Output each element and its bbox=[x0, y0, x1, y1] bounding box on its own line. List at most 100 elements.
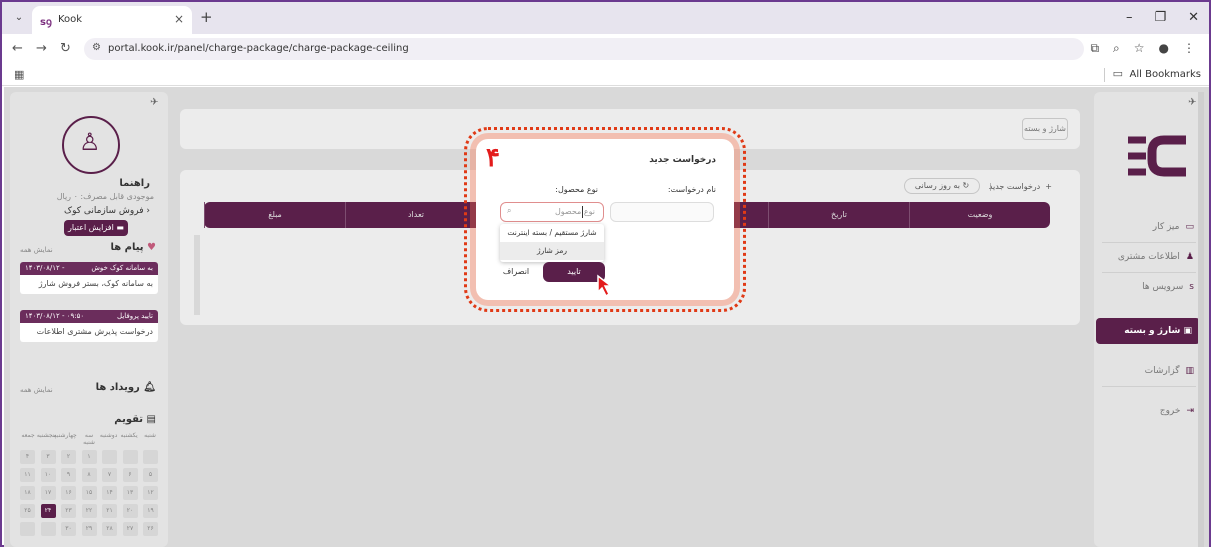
events-see-all[interactable]: نمایش همه bbox=[20, 386, 53, 394]
calendar-day[interactable]: ۱۲ bbox=[143, 486, 158, 500]
calendar-day[interactable]: ۲۰ bbox=[122, 504, 138, 518]
avatar[interactable]: ♙ bbox=[62, 116, 120, 174]
nav-charge-package[interactable]: ▣ شارژ و بسته bbox=[1096, 318, 1200, 344]
calendar-day[interactable]: ۲۴ bbox=[40, 504, 56, 518]
zoom-icon[interactable]: ⌕ bbox=[1113, 41, 1120, 56]
calendar-day[interactable]: ۱۷ bbox=[40, 486, 56, 500]
bell-icon: 🔔︎ bbox=[143, 382, 156, 393]
address-bar: ← → ↻ ⚙ portal.kook.ir/panel/charge-pack… bbox=[2, 34, 1209, 64]
tab-search-icon[interactable]: ⌄ bbox=[10, 9, 28, 27]
message-date: ۱۴۰۳/۰۸/۱۲ - ۰۹:۵۰ bbox=[25, 312, 85, 320]
calendar-weekday: جمعه bbox=[21, 432, 35, 439]
browser-tab[interactable]: ꜱꝯ Kook × bbox=[32, 6, 192, 34]
nav-logout[interactable]: ⇥ خروج bbox=[1160, 406, 1194, 416]
new-request-button[interactable]: + درخواست جدید bbox=[989, 182, 1052, 191]
calendar-day[interactable]: ۱۵ bbox=[81, 486, 97, 500]
calendar-day[interactable]: ۲۲ bbox=[81, 504, 97, 518]
tab-close-icon[interactable]: × bbox=[174, 12, 184, 26]
message-title: تایید پروفایل bbox=[117, 312, 153, 320]
product-type-dropdown: شارژ مستقیم / بسته اینترنت رمز شارژ bbox=[500, 224, 604, 262]
menu-icon[interactable]: ⋮ bbox=[1183, 41, 1195, 56]
calendar-day bbox=[40, 522, 56, 536]
minimize-icon[interactable]: – bbox=[1126, 10, 1133, 25]
pin-icon[interactable]: ✈ bbox=[150, 97, 158, 108]
calendar-week: ۱۱ ۱۰ ۹ ۸ ۷ ۶ ۵ bbox=[20, 468, 158, 482]
calendar-day[interactable]: ۳۰ bbox=[61, 522, 76, 536]
calendar-day[interactable]: ۴ bbox=[20, 450, 35, 464]
forward-icon[interactable]: → bbox=[36, 41, 47, 56]
calendar-day[interactable]: ۶ bbox=[122, 468, 138, 482]
table-column-header: مبلغ bbox=[204, 202, 345, 228]
shop-link[interactable]: ‹ فروش سازمانی کوک bbox=[64, 206, 150, 216]
option-direct-charge[interactable]: شارژ مستقیم / بسته اینترنت bbox=[500, 224, 604, 242]
product-type-select[interactable]: ⌕ نوع محصول bbox=[500, 202, 604, 222]
tab-bar: ⌄ ꜱꝯ Kook × + – ❐ ✕ bbox=[2, 2, 1209, 34]
url-input[interactable]: ⚙ portal.kook.ir/panel/charge-package/ch… bbox=[84, 38, 1084, 60]
message-card[interactable]: ۱۴۰۳/۰۸/۱۲ - ۰۹:۵۴ به سامانه کوک خوش آمد… bbox=[20, 262, 158, 294]
calendar-weekday: پنجشنبه bbox=[36, 432, 57, 439]
chart-icon: ▥ bbox=[1185, 366, 1194, 376]
nav-services[interactable]: ꜱ سرویس ها bbox=[1142, 282, 1194, 292]
calendar-day[interactable]: ۲۵ bbox=[20, 504, 35, 518]
calendar-day[interactable]: ۱۹ bbox=[143, 504, 158, 518]
message-body: درخواست پذیرش مشتری اطلاعات پروفایل شما.… bbox=[36, 327, 153, 336]
site-info-icon[interactable]: ⚙ bbox=[92, 42, 101, 53]
option-charge-pin[interactable]: رمز شارژ bbox=[500, 242, 604, 260]
calendar-day[interactable]: ۲ bbox=[61, 450, 76, 464]
calendar-week: ۱۸ ۱۷ ۱۶ ۱۵ ۱۴ ۱۳ ۱۲ bbox=[20, 486, 158, 500]
new-tab-icon[interactable]: + bbox=[200, 10, 213, 25]
restore-icon[interactable]: ❐ bbox=[1154, 10, 1166, 25]
calendar-day[interactable]: ۲۱ bbox=[102, 504, 117, 518]
apps-grid-icon[interactable]: ▦ bbox=[14, 68, 24, 81]
nav-customer-info[interactable]: ♟ اطلاعات مشتری bbox=[1118, 252, 1194, 262]
pin-icon[interactable]: ✈ bbox=[1188, 97, 1196, 108]
cancel-button[interactable]: انصراف bbox=[496, 262, 536, 282]
calendar-day[interactable]: ۷ bbox=[102, 468, 117, 482]
calendar-day[interactable]: ۲۹ bbox=[81, 522, 97, 536]
message-body: به سامانه کوک، بستر فروش شارژ تلفن همراه… bbox=[38, 279, 153, 288]
update-button[interactable]: ↻ به روز رسانی bbox=[904, 178, 980, 194]
nav-dashboard[interactable]: ▭ میز کار bbox=[1153, 222, 1194, 232]
calendar-day[interactable]: ۲۶ bbox=[143, 522, 158, 536]
calendar-day[interactable]: ۱۶ bbox=[61, 486, 76, 500]
calendar-day[interactable]: ۱۴ bbox=[102, 486, 117, 500]
calendar-day[interactable]: ۱۸ bbox=[20, 486, 35, 500]
calendar-day[interactable]: ۲۷ bbox=[122, 522, 138, 536]
calendar-day[interactable]: ۱۰ bbox=[40, 468, 56, 482]
bookmark-star-icon[interactable]: ☆ bbox=[1134, 41, 1145, 56]
user-name: راهنما bbox=[119, 178, 150, 189]
calendar-day[interactable]: ۲۳ bbox=[61, 504, 76, 518]
cast-icon[interactable]: ⧉ bbox=[1090, 41, 1099, 56]
calendar-day[interactable]: ۱۱ bbox=[20, 468, 35, 482]
search-icon: ⌕ bbox=[507, 206, 512, 215]
request-name-input[interactable] bbox=[610, 202, 714, 222]
close-window-icon[interactable]: ✕ bbox=[1188, 10, 1199, 25]
nav-divider bbox=[1102, 386, 1196, 387]
right-sidebar: ✈ ▭ میز کار ♟ اطلاعات مشتری ꜱ سرویس ها ▣ شا… bbox=[1094, 92, 1204, 547]
calendar-day[interactable]: ۵ bbox=[143, 468, 158, 482]
table-scrollbar[interactable] bbox=[194, 235, 200, 315]
text-caret bbox=[582, 206, 583, 218]
message-card[interactable]: ۱۴۰۳/۰۸/۱۲ - ۰۹:۵۰ تایید پروفایل درخواست… bbox=[20, 310, 158, 342]
increase-credit-button[interactable]: ▬ افزایش اعتبار bbox=[64, 220, 128, 236]
balance-text: موجودی قابل مصرف: ۰ ریال bbox=[56, 192, 154, 201]
profile-icon[interactable]: ● bbox=[1159, 41, 1169, 56]
breadcrumb[interactable]: شارژ و بسته bbox=[1022, 118, 1068, 140]
calendar-day[interactable]: ۸ bbox=[81, 468, 97, 482]
browser-window: ⌄ ꜱꝯ Kook × + – ❐ ✕ ← → ↻ ⚙ portal.kook.… bbox=[0, 0, 1211, 547]
calendar-day[interactable]: ۳ bbox=[40, 450, 56, 464]
messages-see-all[interactable]: نمایش همه bbox=[20, 246, 53, 254]
product-type-placeholder: نوع محصول bbox=[554, 207, 595, 216]
page-scrollbar[interactable] bbox=[1198, 92, 1204, 547]
reload-icon[interactable]: ↻ bbox=[60, 41, 71, 56]
calendar-icon: ▤ bbox=[146, 414, 156, 425]
nav-reports[interactable]: ▥ گزارشات bbox=[1145, 366, 1194, 376]
calendar-day[interactable]: ۲۸ bbox=[102, 522, 117, 536]
calendar-day[interactable]: ۱ bbox=[81, 450, 97, 464]
calendar-day[interactable]: ۹ bbox=[61, 468, 76, 482]
all-bookmarks[interactable]: All Bookmarks bbox=[1130, 69, 1201, 80]
messages-icon: ♥ bbox=[147, 242, 156, 253]
bookmarks-bar: ▦ ▭ All Bookmarks bbox=[2, 64, 1209, 86]
calendar-day[interactable]: ۱۳ bbox=[122, 486, 138, 500]
back-icon[interactable]: ← bbox=[12, 41, 23, 56]
